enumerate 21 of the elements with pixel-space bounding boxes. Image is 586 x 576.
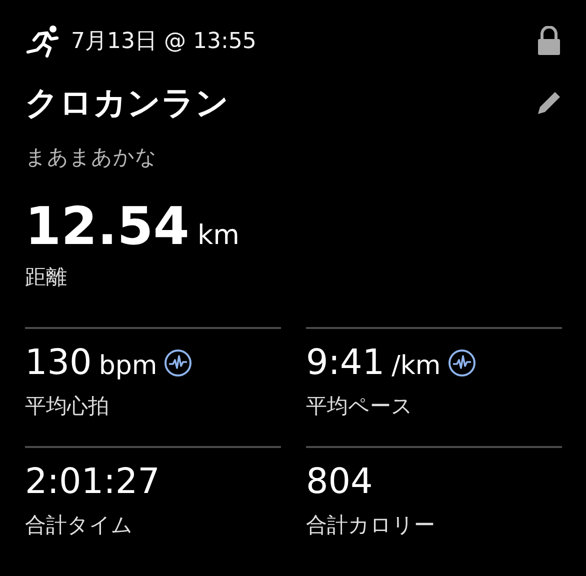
stat-label: 合計カロリー <box>306 512 436 538</box>
activity-note: まあまあかな <box>25 144 158 171</box>
stat-value: 130 <box>25 345 92 382</box>
distance-unit: km <box>197 220 240 251</box>
distance-label: 距離 <box>25 264 68 291</box>
stat-unit: bpm <box>98 351 158 381</box>
stat-label: 合計タイム <box>25 512 134 538</box>
stat-unit: /km <box>392 351 441 381</box>
pencil-icon[interactable] <box>536 90 562 116</box>
activity-date: 7月13日 @ 13:55 <box>71 28 256 56</box>
runner-icon <box>25 24 61 58</box>
stat-label: 平均ペース <box>306 392 414 420</box>
heartbeat-graph-icon[interactable] <box>164 349 192 378</box>
stat-value: 804 <box>306 464 373 500</box>
lock-icon[interactable] <box>536 26 562 56</box>
heartbeat-graph-icon[interactable] <box>448 349 476 378</box>
stat-value: 9:41 <box>306 345 385 382</box>
stat-label: 平均心拍 <box>25 392 110 420</box>
stat-value: 2:01:27 <box>25 464 160 500</box>
activity-title: クロカンラン <box>25 86 229 119</box>
distance-value: 12.54 <box>25 201 190 253</box>
